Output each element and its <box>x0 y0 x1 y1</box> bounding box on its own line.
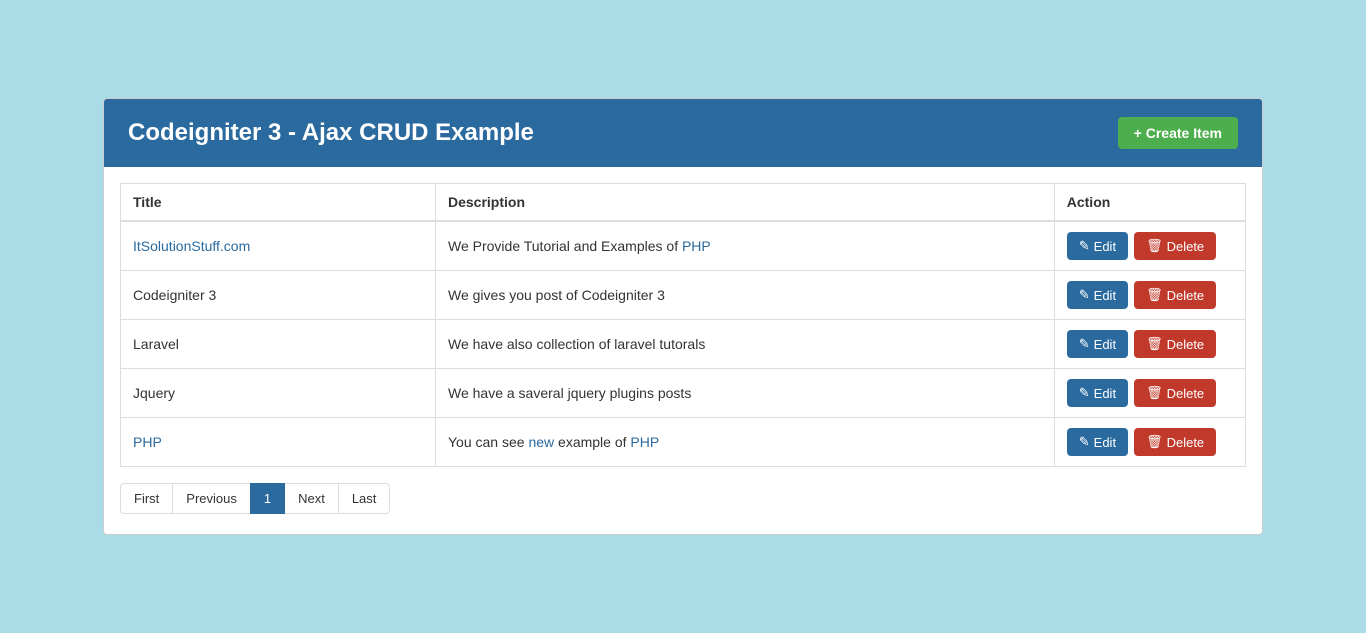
desc-link-new[interactable]: new <box>528 434 554 450</box>
delete-button[interactable]: 🗑 Delete <box>1134 379 1216 407</box>
action-buttons: ✎ Edit🗑 Delete <box>1067 379 1233 407</box>
table-row: JqueryWe have a saveral jquery plugins p… <box>121 369 1246 418</box>
pencil-icon: ✎ <box>1079 336 1090 352</box>
cell-action: ✎ Edit🗑 Delete <box>1054 418 1245 467</box>
action-buttons: ✎ Edit🗑 Delete <box>1067 232 1233 260</box>
pagination-page-1[interactable]: 1 <box>250 483 285 514</box>
table-row: LaravelWe have also collection of larave… <box>121 320 1246 369</box>
create-item-button[interactable]: + Create Item <box>1118 117 1238 149</box>
trash-icon: 🗑 <box>1146 287 1163 303</box>
edit-button[interactable]: ✎ Edit <box>1067 428 1128 456</box>
pencil-icon: ✎ <box>1079 287 1090 303</box>
cell-action: ✎ Edit🗑 Delete <box>1054 369 1245 418</box>
cell-description: We Provide Tutorial and Examples of PHP <box>436 221 1055 271</box>
trash-icon: 🗑 <box>1146 336 1163 352</box>
cell-action: ✎ Edit🗑 Delete <box>1054 271 1245 320</box>
cell-description: You can see new example of PHP <box>436 418 1055 467</box>
delete-button[interactable]: 🗑 Delete <box>1134 428 1216 456</box>
table-wrapper: Title Description Action ItSolutionStuff… <box>104 167 1262 534</box>
table-row: ItSolutionStuff.com We Provide Tutorial a… <box>121 221 1246 271</box>
delete-button[interactable]: 🗑 Delete <box>1134 281 1216 309</box>
cell-description: We have a saveral jquery plugins posts <box>436 369 1055 418</box>
pagination: First Previous 1 Next Last <box>120 483 1246 514</box>
pencil-icon: ✎ <box>1079 434 1090 450</box>
edit-button[interactable]: ✎ Edit <box>1067 281 1128 309</box>
title-link[interactable]: ItSolutionStuff.com <box>133 238 250 254</box>
desc-link-php2[interactable]: PHP <box>630 434 659 450</box>
cell-title: Jquery <box>121 369 436 418</box>
edit-button[interactable]: ✎ Edit <box>1067 379 1128 407</box>
page-title: Codeigniter 3 - Ajax CRUD Example <box>128 119 534 147</box>
pagination-first[interactable]: First <box>120 483 173 514</box>
col-header-title: Title <box>121 184 436 222</box>
edit-button[interactable]: ✎ Edit <box>1067 232 1128 260</box>
cell-description: We gives you post of Codeigniter 3 <box>436 271 1055 320</box>
pagination-next[interactable]: Next <box>284 483 339 514</box>
cell-title: ItSolutionStuff.com <box>121 221 436 271</box>
cell-title: PHP <box>121 418 436 467</box>
trash-icon: 🗑 <box>1146 238 1163 254</box>
header: Codeigniter 3 - Ajax CRUD Example + Crea… <box>104 99 1262 167</box>
edit-button[interactable]: ✎ Edit <box>1067 330 1128 358</box>
main-container: Codeigniter 3 - Ajax CRUD Example + Crea… <box>103 98 1263 535</box>
action-buttons: ✎ Edit🗑 Delete <box>1067 330 1233 358</box>
delete-button[interactable]: 🗑 Delete <box>1134 232 1216 260</box>
pagination-last[interactable]: Last <box>338 483 391 514</box>
action-buttons: ✎ Edit🗑 Delete <box>1067 428 1233 456</box>
pencil-icon: ✎ <box>1079 238 1090 254</box>
table-header-row: Title Description Action <box>121 184 1246 222</box>
table-row: Codeigniter 3We gives you post of Codeig… <box>121 271 1246 320</box>
cell-title: Laravel <box>121 320 436 369</box>
title-link[interactable]: PHP <box>133 434 162 450</box>
col-header-action: Action <box>1054 184 1245 222</box>
delete-button[interactable]: 🗑 Delete <box>1134 330 1216 358</box>
cell-action: ✎ Edit🗑 Delete <box>1054 320 1245 369</box>
col-header-description: Description <box>436 184 1055 222</box>
cell-action: ✎ Edit🗑 Delete <box>1054 221 1245 271</box>
cell-title: Codeigniter 3 <box>121 271 436 320</box>
action-buttons: ✎ Edit🗑 Delete <box>1067 281 1233 309</box>
items-table: Title Description Action ItSolutionStuff… <box>120 183 1246 467</box>
pencil-icon: ✎ <box>1079 385 1090 401</box>
pagination-previous[interactable]: Previous <box>172 483 251 514</box>
cell-description: We have also collection of laravel tutor… <box>436 320 1055 369</box>
trash-icon: 🗑 <box>1146 385 1163 401</box>
trash-icon: 🗑 <box>1146 434 1163 450</box>
desc-link-php[interactable]: PHP <box>682 238 711 254</box>
table-row: PHPYou can see new example of PHP✎ Edit🗑… <box>121 418 1246 467</box>
